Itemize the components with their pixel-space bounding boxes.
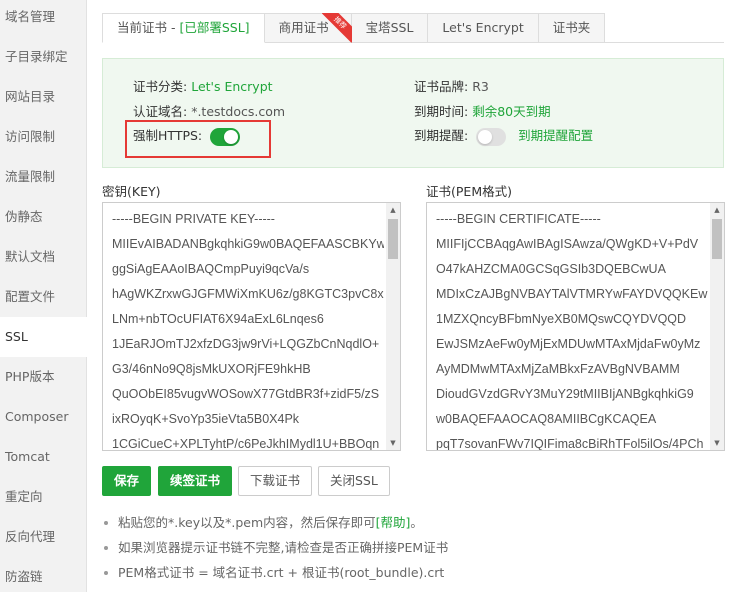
sidebar-item-proxy[interactable]: 反向代理 [0,517,87,557]
note-item: PEM格式证书 = 域名证书.crt + 根证书(root_bundle).cr… [104,564,448,589]
key-textarea[interactable]: -----BEGIN PRIVATE KEY----- MIIEvAIBADANB… [102,202,401,451]
text-line: LNm+nbTOcUFIAT6X94aExL6Lnqes6 [112,312,324,326]
sidebar: 域名管理 子目录绑定 网站目录 访问限制 流量限制 伪静态 默认文档 配置文件 … [0,0,88,592]
cert-expiry: 到期时间: 剩余80天到期 [414,104,551,119]
text-line: EwJSMzAeFw0yMjExMDUwMTAxMjdaFw0yMz [436,337,701,351]
text-line: G3/46nNo9Q8jsMkUXORjFE9hkHB [112,362,311,376]
reminder-config-link[interactable]: 到期提醒配置 [518,128,593,143]
text-line: ggSiAgEAAoIBAQCmpPuyi9qcVa/s [112,262,310,276]
sidebar-item-domain[interactable]: 域名管理 [0,0,87,37]
text-line: MIIEvAIBADANBgkqhkiG9w0BAQEFAASCBKYw [112,237,384,251]
save-button[interactable]: 保存 [102,466,152,496]
scroll-up-icon[interactable]: ▲ [386,203,400,217]
scroll-down-icon[interactable]: ▼ [386,436,400,450]
tab-letsencrypt[interactable]: Let's Encrypt [428,13,539,43]
sidebar-item-traffic[interactable]: 流量限制 [0,157,87,197]
key-label: 密钥(KEY) [102,184,161,199]
text-line: O47kAHZCMA0GCSqGSIb3DQEBCwUA [436,262,666,276]
cert-textarea[interactable]: -----BEGIN CERTIFICATE----- MIIFIjCCBAqgA… [426,202,725,451]
ssl-tabs: 当前证书 - [已部署SSL] 商用证书 推荐 宝塔SSL Let's Encr… [102,13,606,43]
sidebar-item-ssl[interactable]: SSL [0,317,88,357]
highlight-box [125,120,271,158]
sidebar-item-config[interactable]: 配置文件 [0,277,87,317]
cert-brand: 证书品牌: R3 [414,79,489,94]
text-line: 1JEaRJOmTJ2xfzDG3jw9rVi+LQGZbCnNqdlO+ [112,337,380,351]
key-scrollbar[interactable]: ▲ ▼ [386,203,400,450]
cert-category: 证书分类: Let's Encrypt [133,79,273,94]
sidebar-item-rewrite[interactable]: 伪静态 [0,197,87,237]
tab-current-status: [已部署SSL] [179,20,250,35]
sidebar-item-redirect[interactable]: 重定向 [0,477,87,517]
download-cert-button[interactable]: 下载证书 [238,466,313,496]
sidebar-item-subdir[interactable]: 子目录绑定 [0,37,87,77]
cert-domain: 认证域名: *.testdocs.com [133,104,286,119]
sidebar-item-php[interactable]: PHP版本 [0,357,87,397]
note-item: 粘贴您的*.key以及*.pem内容，然后保存即可[帮助]。 [104,514,448,539]
sidebar-item-composer[interactable]: Composer [0,397,87,437]
tab-current-cert[interactable]: 当前证书 - [已部署SSL] [102,13,265,43]
text-line: ixROyqK+SvoYp35ieVta5B0X4Pk [112,412,300,426]
text-line: AyMDMwMTAxMjZaMBkxFzAVBgNVBAMM [436,362,680,376]
cert-label: 证书(PEM格式) [426,184,512,199]
scroll-up-icon[interactable]: ▲ [710,203,724,217]
text-line: w0BAQEFAAOCAQ8AMIIBCgKCAQEA [436,412,657,426]
expiry-reminder-row: 到期提醒: 到期提醒配置 [414,127,593,146]
tab-baota-ssl[interactable]: 宝塔SSL [351,13,429,43]
scroll-thumb[interactable] [388,219,398,259]
tab-current-label: 当前证书 - [117,20,180,35]
cert-scrollbar[interactable]: ▲ ▼ [710,203,724,450]
cert-content: -----BEGIN CERTIFICATE----- MIIFIjCCBAqgA… [436,207,708,451]
sidebar-item-tomcat[interactable]: Tomcat [0,437,87,477]
text-line: 1CGiCueC+XPLTyhtP/c6PeJkhIMydl1U+BBOqn [112,437,380,451]
recommend-badge: 推荐 [321,13,352,43]
text-line: pqT7sovanFWv7IQIFima8cBiRhTFol5ilOs/4PCh [436,437,704,451]
sidebar-item-hotlink[interactable]: 防盗链 [0,557,87,592]
text-line: MDIxCzAJBgNVBAYTAlVTMRYwFAYDVQQKEw [436,287,708,301]
help-notes: 粘贴您的*.key以及*.pem内容，然后保存即可[帮助]。 如果浏览器提示证书… [104,514,448,589]
help-link[interactable]: [帮助] [376,515,411,530]
text-line: DioudGVzdGRvY3MuY29tMIIBIjANBgkqhkiG9 [436,387,694,401]
tab-cert-folder[interactable]: 证书夹 [538,13,606,43]
text-line: hAgWKZrxwGJGFMWiXmKU6z/g8KGTC3pvC8x [112,287,384,301]
text-line: -----BEGIN PRIVATE KEY----- [112,212,275,226]
sidebar-item-site-dir[interactable]: 网站目录 [0,77,87,117]
sidebar-item-default-doc[interactable]: 默认文档 [0,237,87,277]
text-line: -----BEGIN CERTIFICATE----- [436,212,601,226]
text-line: MIIFIjCCBAqgAwIBAgISAwza/QWgKD+V+PdV [436,237,699,251]
tab-commercial-cert[interactable]: 商用证书 推荐 [264,13,352,43]
scroll-down-icon[interactable]: ▼ [710,436,724,450]
note-item: 如果浏览器提示证书链不完整,请检查是否正确拼接PEM证书 [104,539,448,564]
text-line: 1MZXQncyBFbmNyeXB0MQswCQYDVQQD [436,312,687,326]
close-ssl-button[interactable]: 关闭SSL [318,466,390,496]
renew-cert-button[interactable]: 续签证书 [158,466,233,496]
text-line: QuOObEI85vugvWOSowX77GtdBR3f+zidF5/zS [112,387,380,401]
scroll-thumb[interactable] [712,219,722,259]
key-content: -----BEGIN PRIVATE KEY----- MIIEvAIBADANB… [112,207,384,451]
sidebar-item-access[interactable]: 访问限制 [0,117,87,157]
expiry-reminder-toggle[interactable] [476,127,507,146]
